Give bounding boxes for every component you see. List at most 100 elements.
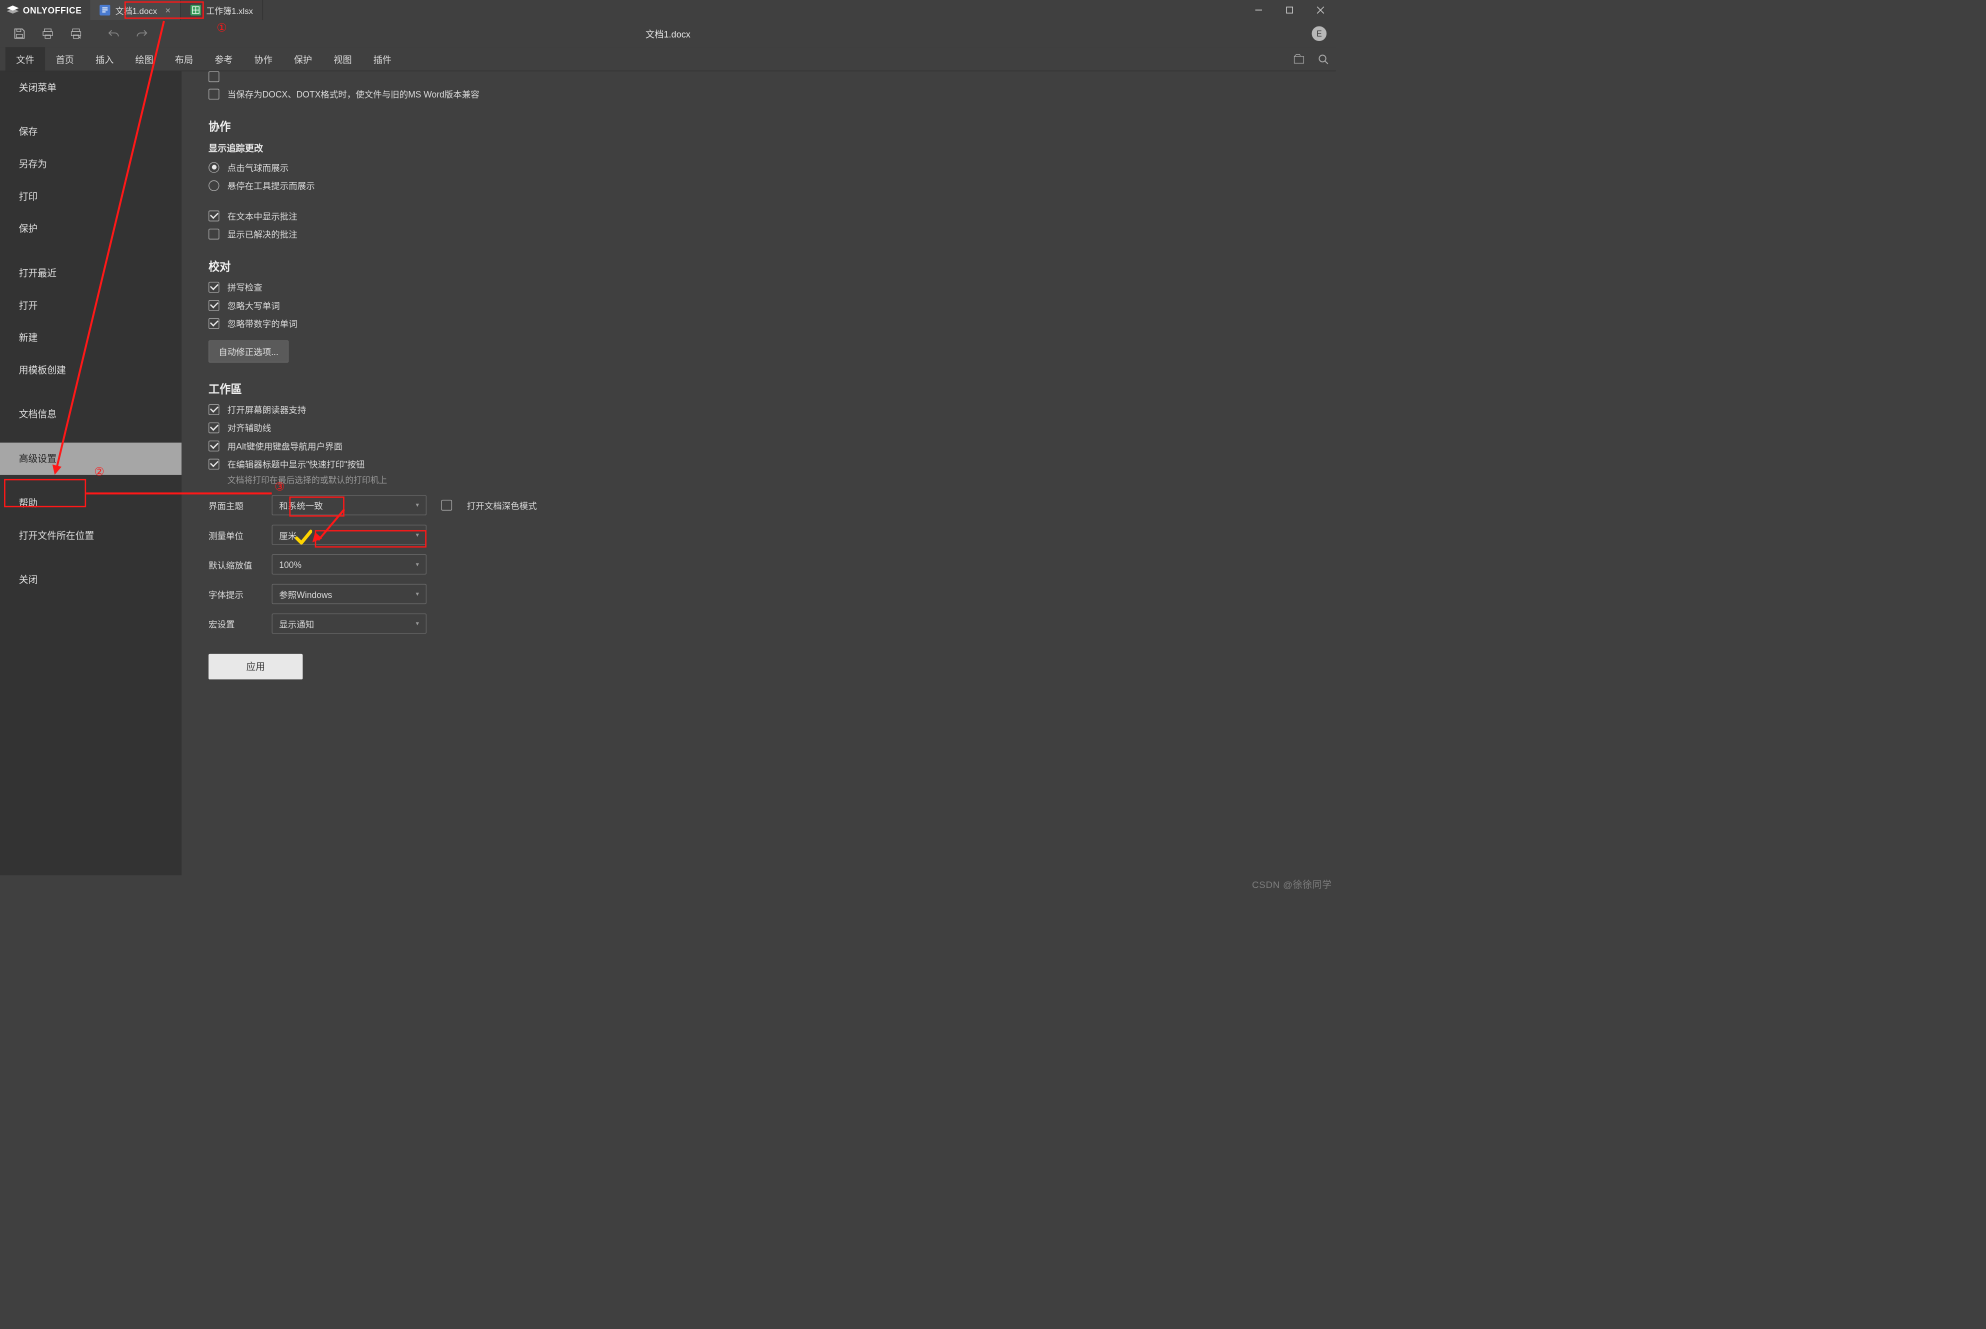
sidebar-item-from-template[interactable]: 用模板创建	[0, 354, 182, 386]
sidebar-item-open-file-location[interactable]: 打开文件所在位置	[0, 519, 182, 551]
select-value: 参照Windows	[279, 588, 332, 601]
sidebar-item-new[interactable]: 新建	[0, 322, 182, 354]
sidebar-item-help[interactable]: 帮助	[0, 487, 182, 519]
radio-label: 悬停在工具提示而展示	[227, 179, 314, 192]
window-controls	[1243, 0, 1336, 20]
form-row-unit: 测量单位 厘米▾	[209, 525, 1310, 545]
select-zoom[interactable]: 100%▾	[272, 554, 427, 574]
search-icon[interactable]	[1317, 53, 1329, 65]
main: 关闭菜单 保存 另存为 打印 保护 打开最近 打开 新建 用模板创建 文档信息 …	[0, 71, 1336, 875]
close-window-button[interactable]	[1305, 0, 1336, 20]
checkbox-label: 在编辑器标题中显示"快速打印"按钮	[227, 457, 364, 470]
check-row: 显示已解决的批注	[209, 227, 1310, 240]
sidebar-item-open-recent[interactable]: 打开最近	[0, 257, 182, 289]
checkbox[interactable]	[209, 210, 220, 221]
open-location-icon[interactable]	[1293, 53, 1305, 65]
setting-row: placeholder	[209, 71, 1310, 82]
menu-collaboration[interactable]: 协作	[244, 47, 284, 71]
sidebar-item-save[interactable]: 保存	[0, 116, 182, 148]
document-tabs: 文档1.docx × 工作簿1.xlsx	[90, 0, 263, 20]
menu-plugins[interactable]: 插件	[363, 47, 403, 71]
checkbox[interactable]	[209, 228, 220, 239]
checkbox[interactable]	[209, 318, 220, 329]
apply-button[interactable]: 应用	[209, 654, 303, 680]
close-icon[interactable]: ×	[165, 5, 171, 16]
sidebar-item-doc-info[interactable]: 文档信息	[0, 398, 182, 430]
checkbox-label: 忽略大写单词	[227, 299, 279, 312]
checkbox-label: 打开屏幕朗读器支持	[227, 403, 306, 416]
select-value: 显示通知	[279, 617, 314, 630]
form-row-theme: 界面主题 和系统一致▾ 打开文档深色模式	[209, 495, 1310, 515]
form-label: 宏设置	[209, 617, 257, 630]
select-unit[interactable]: 厘米▾	[272, 525, 427, 545]
check-row-screen-reader: 打开屏幕朗读器支持	[209, 403, 1310, 416]
tab-xlsx1[interactable]: 工作簿1.xlsx	[181, 0, 263, 20]
hint-text: 文档将打印在最后选择的或默认的打印机上	[227, 473, 1309, 486]
select-font-hinting[interactable]: 参照Windows▾	[272, 584, 427, 604]
menu-references[interactable]: 参考	[204, 47, 244, 71]
sidebar-item-save-as[interactable]: 另存为	[0, 148, 182, 180]
check-row: 忽略大写单词	[209, 299, 1310, 312]
undo-button[interactable]	[100, 20, 128, 47]
radio[interactable]	[209, 180, 220, 191]
sub-title-track: 显示追踪更改	[209, 141, 1310, 154]
check-row: 在编辑器标题中显示"快速打印"按钮	[209, 457, 1310, 470]
select-value: 厘米	[279, 528, 297, 541]
checkbox-label: 当保存为DOCX、DOTX格式时，使文件与旧的MS Word版本兼容	[227, 87, 479, 100]
spreadsheet-icon	[190, 5, 201, 16]
menu-home[interactable]: 首页	[45, 47, 85, 71]
checkbox-label: 忽略带数字的单词	[227, 317, 297, 330]
menu-layout[interactable]: 布局	[164, 47, 204, 71]
form-label: 测量单位	[209, 528, 257, 541]
save-button[interactable]	[5, 20, 33, 47]
settings-content: placeholder 当保存为DOCX、DOTX格式时，使文件与旧的MS Wo…	[182, 71, 1336, 875]
menu-protect[interactable]: 保护	[283, 47, 323, 71]
sidebar-item-advanced-settings[interactable]: 高级设置	[0, 443, 182, 475]
autocorrect-options-button[interactable]: 自动修正选项...	[209, 340, 289, 362]
minimize-button[interactable]	[1243, 0, 1274, 20]
select-value: 100%	[279, 559, 301, 569]
form-label: 默认缩放值	[209, 558, 257, 571]
select-macros[interactable]: 显示通知▾	[272, 614, 427, 634]
select-theme[interactable]: 和系统一致▾	[272, 495, 427, 515]
radio[interactable]	[209, 162, 220, 173]
document-title: 文档1.docx	[646, 27, 691, 40]
form-label: 界面主题	[209, 499, 257, 512]
print-button[interactable]	[34, 20, 62, 47]
sidebar-item-close[interactable]: 关闭	[0, 564, 182, 596]
checkbox[interactable]	[441, 500, 452, 511]
checkbox[interactable]	[209, 440, 220, 451]
form-row-zoom: 默认缩放值 100%▾	[209, 554, 1310, 574]
form-label: 字体提示	[209, 588, 257, 601]
titlebar: ONLYOFFICE 文档1.docx × 工作簿1.xlsx	[0, 0, 1336, 20]
sidebar-item-protect[interactable]: 保护	[0, 213, 182, 245]
checkbox-label: 用Alt键使用键盘导航用户界面	[227, 439, 342, 452]
user-avatar[interactable]: E	[1312, 26, 1327, 41]
sidebar-item-print[interactable]: 打印	[0, 180, 182, 212]
form-row-font-hinting: 字体提示 参照Windows▾	[209, 584, 1310, 604]
checkbox[interactable]	[209, 88, 220, 99]
app-logo: ONLYOFFICE	[0, 0, 90, 20]
checkbox[interactable]	[209, 404, 220, 415]
section-title-collab: 协作	[209, 118, 1310, 134]
tab-doc1[interactable]: 文档1.docx ×	[90, 0, 181, 20]
quick-print-button[interactable]	[62, 20, 90, 47]
checkbox[interactable]	[209, 300, 220, 311]
form-row-macros: 宏设置 显示通知▾	[209, 614, 1310, 634]
checkbox[interactable]	[209, 458, 220, 469]
maximize-button[interactable]	[1274, 0, 1305, 20]
checkbox[interactable]	[209, 282, 220, 293]
menu-insert[interactable]: 插入	[85, 47, 125, 71]
check-row: 拼写检查	[209, 281, 1310, 294]
sidebar-item-open[interactable]: 打开	[0, 289, 182, 321]
setting-row-compat: 当保存为DOCX、DOTX格式时，使文件与旧的MS Word版本兼容	[209, 87, 1310, 100]
checkbox[interactable]	[209, 71, 220, 82]
menu-draw[interactable]: 绘图	[124, 47, 164, 71]
sidebar-item-close-menu[interactable]: 关闭菜单	[0, 71, 182, 103]
onlyoffice-icon	[7, 5, 19, 14]
radio-row: 悬停在工具提示而展示	[209, 179, 1310, 192]
redo-button[interactable]	[128, 20, 156, 47]
checkbox[interactable]	[209, 422, 220, 433]
menu-file[interactable]: 文件	[5, 47, 45, 71]
menu-view[interactable]: 视图	[323, 47, 363, 71]
